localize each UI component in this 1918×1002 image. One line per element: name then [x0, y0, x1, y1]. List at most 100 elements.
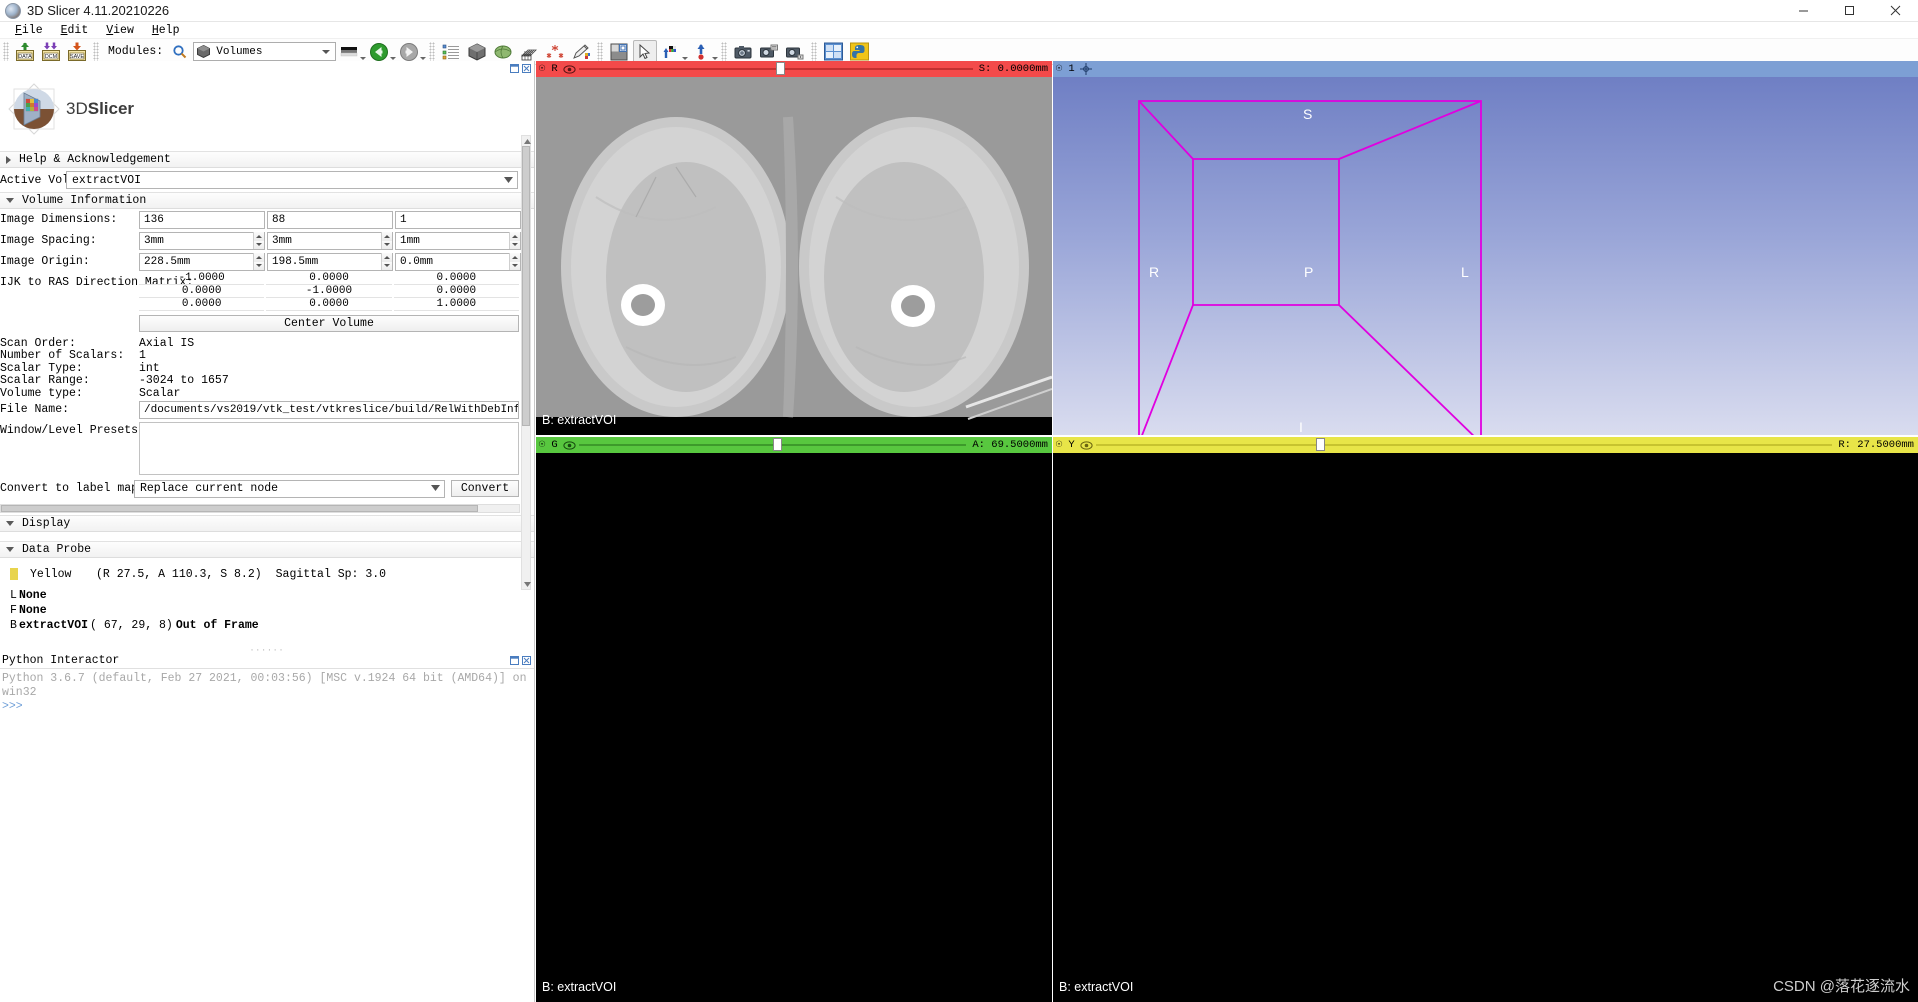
image-origin-x-spinbox[interactable]: 228.5mm	[139, 252, 265, 271]
red-slice-image[interactable]: B: extractVOI	[536, 77, 1052, 435]
scroll-down-arrow-icon[interactable]	[523, 580, 531, 588]
matrix-cell-0-2[interactable]: 0.0000	[393, 272, 519, 285]
yellow-visibility-icon[interactable]	[1078, 440, 1094, 451]
red-pin-icon[interactable]: ☉	[536, 62, 548, 76]
image-origin-y-stepper[interactable]	[381, 253, 392, 270]
threed-render-view[interactable]: S I R L P	[1053, 77, 1918, 435]
panel-scroll-thumb[interactable]	[522, 146, 530, 426]
green-slice-slider[interactable]	[577, 437, 968, 453]
extension-manager-button[interactable]	[821, 40, 845, 64]
load-data-button[interactable]: DATA	[13, 40, 37, 64]
modules-combobox[interactable]: Volumes	[193, 42, 337, 61]
yellow-slice-image[interactable]: B: extractVOI CSDN @落花逐流水	[1053, 453, 1918, 1002]
toolbar-grip-3[interactable]	[429, 41, 436, 62]
matrix-cell-2-0[interactable]: 0.0000	[139, 298, 265, 311]
mouse-mode-pointer-button[interactable]	[633, 39, 658, 64]
yellow-pin-icon[interactable]: ☉	[1053, 438, 1065, 452]
menu-edit[interactable]: Edit	[52, 22, 98, 39]
threed-center-icon[interactable]	[1078, 63, 1094, 75]
panel-hscroll-thumb[interactable]	[1, 504, 478, 512]
green-pin-icon[interactable]: ☉	[536, 438, 548, 452]
transforms-button[interactable]	[517, 40, 541, 64]
yellow-slice-slider[interactable]	[1094, 437, 1834, 453]
place-markup-chevron-down-icon[interactable]	[712, 57, 719, 60]
annotations-button[interactable]	[569, 40, 593, 64]
place-markup-button[interactable]	[689, 40, 713, 64]
image-spacing-z-spinbox[interactable]: 1mm	[395, 231, 521, 250]
image-origin-y-spinbox[interactable]: 198.5mm	[267, 252, 393, 271]
image-spacing-x-spinbox[interactable]: 3mm	[139, 231, 265, 250]
color-picker-chevron-down-icon[interactable]	[682, 57, 689, 60]
forward-chevron-down-icon[interactable]	[420, 57, 427, 60]
python-console-button[interactable]	[847, 40, 871, 64]
toolbar-grip[interactable]	[3, 41, 9, 62]
center-volume-button[interactable]: Center Volume	[139, 315, 519, 332]
image-dimensions-x[interactable]: 136	[139, 210, 265, 229]
matrix-cell-0-1[interactable]: 0.0000	[266, 272, 392, 285]
markups-button[interactable]	[543, 40, 567, 64]
menu-file[interactable]: File	[6, 22, 52, 39]
green-visibility-icon[interactable]	[561, 440, 577, 451]
close-button[interactable]	[1872, 0, 1918, 22]
matrix-cell-0-0[interactable]: -1.0000	[139, 272, 265, 285]
python-close-icon[interactable]	[522, 656, 531, 665]
toolbar-grip-2[interactable]	[93, 41, 99, 62]
image-spacing-x-stepper[interactable]	[253, 232, 264, 249]
scene-views-capture-button[interactable]	[757, 40, 781, 64]
module-back-button[interactable]	[367, 40, 391, 64]
maximize-button[interactable]	[1826, 0, 1872, 22]
matrix-cell-2-1[interactable]: 0.0000	[266, 298, 392, 311]
colormap-chevron-down-icon[interactable]	[360, 57, 367, 60]
toolbar-grip-4[interactable]	[597, 41, 604, 62]
active-volume-combobox[interactable]: extractVOI	[66, 171, 518, 189]
layout-button[interactable]	[607, 40, 631, 64]
python-prompt[interactable]: >>>	[2, 700, 532, 714]
module-search-icon[interactable]	[168, 40, 192, 64]
panel-vertical-scrollbar[interactable]	[521, 135, 531, 590]
subject-hierarchy-button[interactable]	[439, 40, 463, 64]
data-probe-section[interactable]: Data Probe	[0, 540, 534, 558]
models-button[interactable]	[491, 40, 515, 64]
volume-rendering-button[interactable]	[465, 40, 489, 64]
image-spacing-z-stepper[interactable]	[509, 232, 520, 249]
chevron-down-icon[interactable]	[322, 49, 331, 54]
green-slice-image[interactable]: B: extractVOI	[536, 453, 1052, 1002]
image-spacing-y-stepper[interactable]	[381, 232, 392, 249]
python-interactor-output[interactable]: Python 3.6.7 (default, Feb 27 2021, 00:0…	[0, 669, 534, 717]
scene-views-button[interactable]	[783, 40, 807, 64]
minimize-button[interactable]	[1780, 0, 1826, 22]
image-dimensions-z[interactable]: 1	[395, 210, 521, 229]
window-level-list[interactable]	[139, 421, 519, 475]
matrix-cell-1-1[interactable]: -1.0000	[266, 285, 392, 298]
back-chevron-down-icon[interactable]	[390, 57, 397, 60]
convert-button[interactable]: Convert	[451, 480, 519, 497]
help-acknowledgement-section[interactable]: Help & Acknowledgement	[0, 151, 534, 168]
yellow-slice-slider-handle[interactable]	[1316, 438, 1326, 451]
image-origin-z-stepper[interactable]	[509, 253, 520, 270]
image-dimensions-y[interactable]: 88	[267, 210, 393, 229]
menu-help[interactable]: Help	[143, 22, 189, 39]
convert-chevron-down-icon[interactable]	[431, 482, 440, 495]
file-name-field[interactable]: /documents/vs2019/vtk_test/vtkreslice/bu…	[139, 400, 519, 419]
panel-horizontal-scrollbar[interactable]	[0, 503, 520, 513]
matrix-cell-2-2[interactable]: 1.0000	[393, 298, 519, 311]
convert-label-map-combobox[interactable]: Replace current node	[134, 479, 445, 498]
color-picker-button[interactable]	[659, 40, 683, 64]
display-section[interactable]: Display	[0, 514, 534, 532]
matrix-cell-1-2[interactable]: 0.0000	[393, 285, 519, 298]
red-slice-slider[interactable]	[577, 61, 975, 77]
panel-float-icon[interactable]	[510, 63, 519, 73]
colormap-button[interactable]	[337, 40, 361, 64]
volume-information-section[interactable]: Volume Information	[0, 192, 534, 209]
toolbar-grip-5[interactable]	[721, 41, 728, 62]
save-data-button[interactable]: SAVE	[65, 40, 89, 64]
threed-pin-icon[interactable]: ☉	[1053, 62, 1065, 76]
module-forward-button[interactable]	[397, 40, 421, 64]
red-visibility-icon[interactable]	[561, 64, 577, 75]
active-volume-chevron-down-icon[interactable]	[504, 174, 513, 187]
menu-view[interactable]: View	[97, 22, 143, 39]
image-origin-x-stepper[interactable]	[253, 253, 264, 270]
screenshot-button[interactable]	[731, 40, 755, 64]
image-spacing-y-spinbox[interactable]: 3mm	[267, 231, 393, 250]
matrix-cell-1-0[interactable]: 0.0000	[139, 285, 265, 298]
